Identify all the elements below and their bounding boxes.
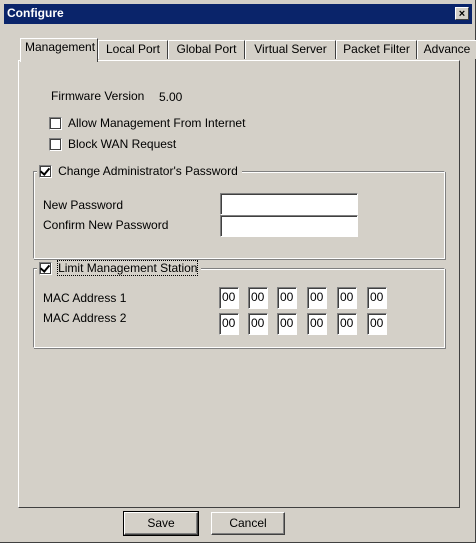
tab-global-port[interactable]: Global Port [168,40,245,59]
firmware-version-label: Firmware Version [51,89,145,103]
title-bar: Configure × [4,4,472,24]
allow-management-checkbox[interactable] [49,117,62,130]
tab-advance[interactable]: Advance [417,40,476,59]
change-password-label: Change Administrator's Password [58,164,238,178]
allow-management-label: Allow Management From Internet [68,116,246,130]
configure-window: Configure × Management Local Port Global… [0,0,476,543]
mac2-octet-6[interactable]: 00 [367,313,387,335]
confirm-password-field[interactable] [220,215,358,237]
mac2-octet-2[interactable]: 00 [248,313,268,335]
window-title: Configure [7,6,64,20]
mac2-octet-3[interactable]: 00 [277,313,297,335]
cancel-button[interactable]: Cancel [211,512,285,535]
save-button[interactable]: Save [123,511,199,536]
firmware-version-value: 5.00 [159,90,183,104]
mac1-octet-4[interactable]: 00 [307,287,327,309]
change-password-checkbox[interactable] [39,164,52,178]
tab-local-port[interactable]: Local Port [98,40,168,59]
mac1-octet-3[interactable]: 00 [277,287,297,309]
limit-station-label: Limit Management Station [57,260,199,276]
new-password-label: New Password [43,198,124,212]
block-wan-checkbox[interactable] [49,138,62,151]
limit-station-checkbox[interactable] [39,261,52,275]
close-icon[interactable]: × [455,7,469,20]
tab-management[interactable]: Management [20,38,98,62]
mac2-octet-1[interactable]: 00 [219,313,239,335]
limit-station-legend: Limit Management Station [37,260,202,277]
tab-packet-filter[interactable]: Packet Filter [336,40,417,59]
mac2-octet-4[interactable]: 00 [307,313,327,335]
mac2-octet-5[interactable]: 00 [337,313,357,335]
mac-address-1-label: MAC Address 1 [43,291,127,305]
mac1-octet-1[interactable]: 00 [219,287,239,309]
change-password-legend: Change Administrator's Password [37,164,242,180]
mac1-octet-5[interactable]: 00 [337,287,357,309]
mac1-octet-2[interactable]: 00 [248,287,268,309]
mac1-octet-6[interactable]: 00 [367,287,387,309]
mac-address-2-label: MAC Address 2 [43,311,127,325]
confirm-password-label: Confirm New Password [43,218,169,232]
tab-virtual-server[interactable]: Virtual Server [245,40,336,59]
management-panel: Firmware Version 5.00 Allow Management F… [18,60,460,508]
new-password-field[interactable] [220,193,358,215]
block-wan-label: Block WAN Request [68,137,177,151]
